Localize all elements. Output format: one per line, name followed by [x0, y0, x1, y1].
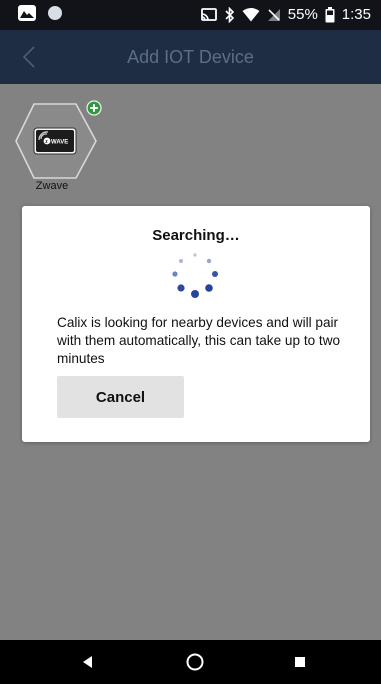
- nav-recents-icon: [295, 657, 305, 667]
- page-title: Add IOT Device: [127, 47, 254, 67]
- status-bar: 55% 1:35: [0, 0, 381, 30]
- battery-icon: [325, 7, 335, 23]
- device-hexagon: z WAVE: [15, 100, 102, 179]
- dialog-message: Calix is looking for nearby devices and …: [57, 315, 341, 366]
- cancel-button[interactable]: Cancel: [57, 376, 184, 418]
- status-bar-left: [18, 5, 62, 21]
- circle-icon: [48, 6, 62, 20]
- svg-text:WAVE: WAVE: [51, 140, 68, 146]
- loading-spinner-icon: [172, 253, 218, 298]
- nav-back-button[interactable]: [77, 651, 99, 673]
- device-tile-zwave[interactable]: z WAVE Zwave: [14, 98, 104, 194]
- nav-home-icon: [186, 653, 204, 671]
- wifi-icon: [242, 8, 260, 22]
- bluetooth-icon: [225, 7, 235, 23]
- searching-dialog: Searching… Calix is looking for nearby d…: [22, 206, 370, 442]
- device-label: Zwave: [35, 180, 69, 192]
- cast-icon: [200, 7, 218, 23]
- gallery-icon: [18, 5, 36, 21]
- screen: 55% 1:35 Add IOT Device z WAVE Zwave Sea…: [0, 0, 381, 684]
- nav-home-button[interactable]: [184, 651, 206, 673]
- no-signal-icon: [267, 8, 281, 22]
- battery-percent: 55%: [287, 6, 318, 23]
- status-bar-right: 55% 1:35: [200, 6, 371, 24]
- clock: 1:35: [341, 6, 371, 23]
- nav-recents-button[interactable]: [289, 651, 311, 673]
- navigation-bar: [0, 640, 381, 684]
- nav-back-icon: [83, 656, 92, 668]
- header: Add IOT Device: [0, 30, 381, 84]
- dialog-title: Searching…: [152, 227, 240, 244]
